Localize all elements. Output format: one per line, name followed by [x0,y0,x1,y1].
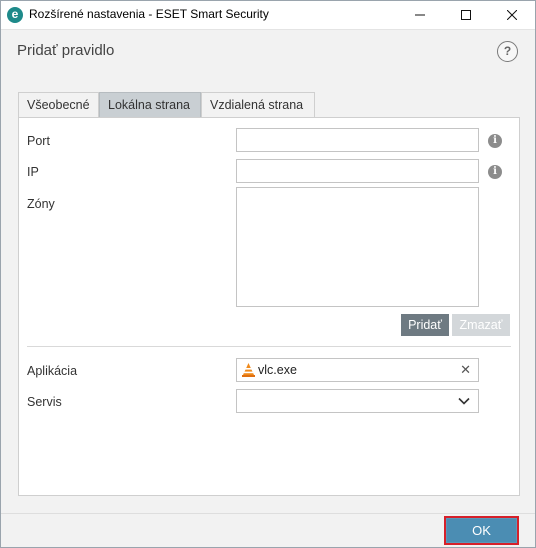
ip-info-icon[interactable]: i [488,165,502,179]
application-label: Aplikácia [27,364,78,378]
tab-general[interactable]: Všeobecné [18,92,99,117]
zones-list[interactable] [236,187,479,307]
ip-label: IP [27,165,39,179]
add-zone-button[interactable]: Pridať [401,314,449,336]
port-info-icon[interactable]: i [488,134,502,148]
maximize-icon [461,10,471,20]
page-title: Pridať pravidlo [17,42,115,59]
window-title: Rozšírené nastavenia - ESET Smart Securi… [29,7,269,21]
ok-button-label: OK [447,519,516,542]
close-button[interactable] [489,1,535,29]
tab-local-side[interactable]: Lokálna strana [99,92,201,117]
eset-app-icon: e [7,7,23,23]
ip-input[interactable] [236,159,479,183]
clear-icon[interactable]: ✕ [460,362,471,378]
application-field[interactable]: vlc.exe ✕ [236,358,479,382]
maximize-button[interactable] [443,1,489,29]
minimize-button[interactable] [397,1,443,29]
port-input[interactable] [236,128,479,152]
title-bar: e Rozšírené nastavenia - ESET Smart Secu… [1,1,535,29]
minimize-icon [415,14,425,16]
section-divider [27,346,511,347]
service-label: Servis [27,395,62,409]
chevron-down-icon [458,397,470,405]
dialog-header: Pridať pravidlo ? [1,29,535,71]
tab-remote-side[interactable]: Vzdialená strana [201,92,315,117]
close-icon [507,10,517,20]
dialog-window: e Rozšírené nastavenia - ESET Smart Secu… [0,0,536,548]
application-value: vlc.exe [258,363,297,377]
help-icon[interactable]: ? [497,41,518,62]
zones-label: Zóny [27,197,55,211]
remove-zone-button[interactable]: Zmazať [452,314,510,336]
port-label: Port [27,134,50,148]
vlc-cone-icon [242,363,255,377]
service-select[interactable] [236,389,479,413]
ok-button[interactable]: OK [444,516,519,545]
